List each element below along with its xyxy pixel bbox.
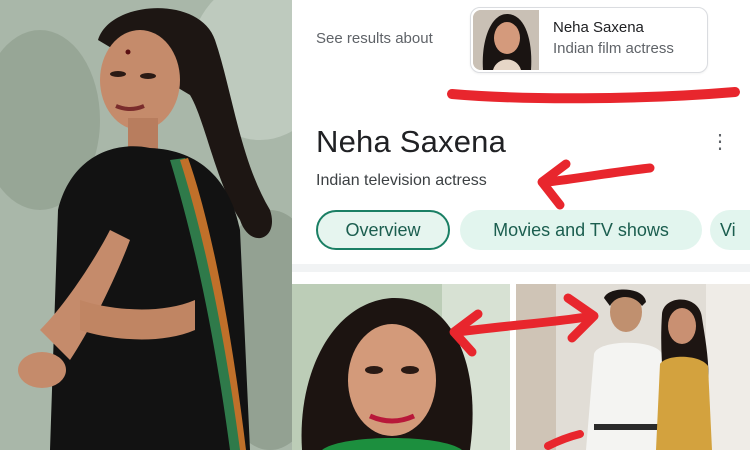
entity-title: Neha Saxena <box>316 124 507 159</box>
portrait-illustration <box>0 0 292 450</box>
section-divider <box>292 264 750 272</box>
search-results-panel: See results about Neha Saxena Indian fil… <box>292 0 750 450</box>
image-result-woman-green[interactable] <box>292 284 510 450</box>
more-vertical-icon[interactable]: ⋮ <box>710 130 730 154</box>
tab-more[interactable]: Vi <box>710 210 750 250</box>
result-card-name: Neha Saxena <box>553 19 644 36</box>
see-results-label: See results about <box>316 30 433 47</box>
tab-overview[interactable]: Overview <box>316 210 450 250</box>
image-result-couple[interactable] <box>516 284 750 450</box>
left-photo-woman-black-saree <box>0 0 292 450</box>
result-card-thumbnail <box>473 10 539 70</box>
entity-subtitle: Indian television actress <box>316 172 487 189</box>
related-result-card[interactable]: Neha Saxena Indian film actress <box>470 7 708 73</box>
tab-movies-and-tv-shows[interactable]: Movies and TV shows <box>460 210 702 250</box>
result-card-description: Indian film actress <box>553 40 674 57</box>
